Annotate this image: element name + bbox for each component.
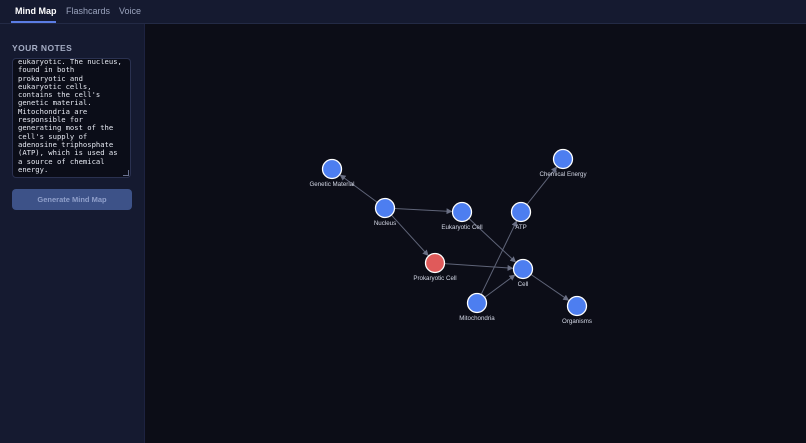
node-label: Organisms <box>562 318 592 325</box>
node-circle[interactable] <box>510 201 532 223</box>
node-circle[interactable] <box>566 295 588 317</box>
tab-voice[interactable]: Voice <box>119 6 141 16</box>
top-nav: Mind Map Flashcards Voice <box>0 0 806 24</box>
mind-map-svg: Genetic Material Nucleus Eukaryotic Cell AT… <box>309 148 592 326</box>
sidebar: YOUR NOTES eukaryotic. The nucleus, foun… <box>0 24 145 443</box>
active-tab-indicator <box>11 21 56 23</box>
notes-heading: YOUR NOTES <box>12 43 73 53</box>
resize-grip-icon[interactable] <box>123 170 129 176</box>
node-label: Genetic Material <box>309 181 354 188</box>
node-organisms[interactable]: Organisms <box>562 295 592 326</box>
node-label: Cell <box>518 281 529 288</box>
edge-nucleus-prokaryotic <box>391 214 429 256</box>
node-circle[interactable] <box>374 197 396 219</box>
mind-map-canvas[interactable]: Genetic Material Nucleus Eukaryotic Cell AT… <box>145 24 806 443</box>
node-eukaryotic[interactable]: Eukaryotic Cell <box>441 201 483 232</box>
node-circle[interactable] <box>451 201 473 223</box>
notes-text: eukaryotic. The nucleus, found in both p… <box>18 58 122 174</box>
node-circle[interactable] <box>321 158 343 180</box>
notes-textarea[interactable]: eukaryotic. The nucleus, found in both p… <box>12 58 131 178</box>
tab-mind-map[interactable]: Mind Map <box>15 6 57 16</box>
node-label: Chemical Energy <box>539 171 587 178</box>
node-label: Nucleus <box>374 220 396 227</box>
node-mitochondria[interactable]: Mitochondria <box>459 292 495 323</box>
edge-nucleus-eukaryotic <box>394 207 453 215</box>
node-circle[interactable] <box>466 292 488 314</box>
node-label: Mitochondria <box>459 315 495 322</box>
edge-prokaryotic-cell <box>444 263 514 271</box>
tab-flashcards[interactable]: Flashcards <box>66 6 110 16</box>
edge-cell-organisms <box>530 273 570 301</box>
node-nucleus[interactable]: Nucleus <box>374 197 396 228</box>
node-atp[interactable]: ATP <box>510 201 532 232</box>
node-cell[interactable]: Cell <box>512 258 534 289</box>
node-label: ATP <box>515 224 527 231</box>
node-label: Eukaryotic Cell <box>441 224 482 231</box>
edge-nucleus-genetic <box>339 174 378 203</box>
node-circle[interactable] <box>424 252 446 274</box>
generate-mind-map-button[interactable]: Generate Mind Map <box>12 189 132 210</box>
node-circle[interactable] <box>512 258 534 280</box>
node-chemical[interactable]: Chemical Energy <box>539 148 587 179</box>
node-label: Prokaryotic Cell <box>413 275 456 282</box>
node-prokaryotic[interactable]: Prokaryotic Cell <box>413 252 457 283</box>
node-circle[interactable] <box>552 148 574 170</box>
node-genetic[interactable]: Genetic Material <box>309 158 355 189</box>
